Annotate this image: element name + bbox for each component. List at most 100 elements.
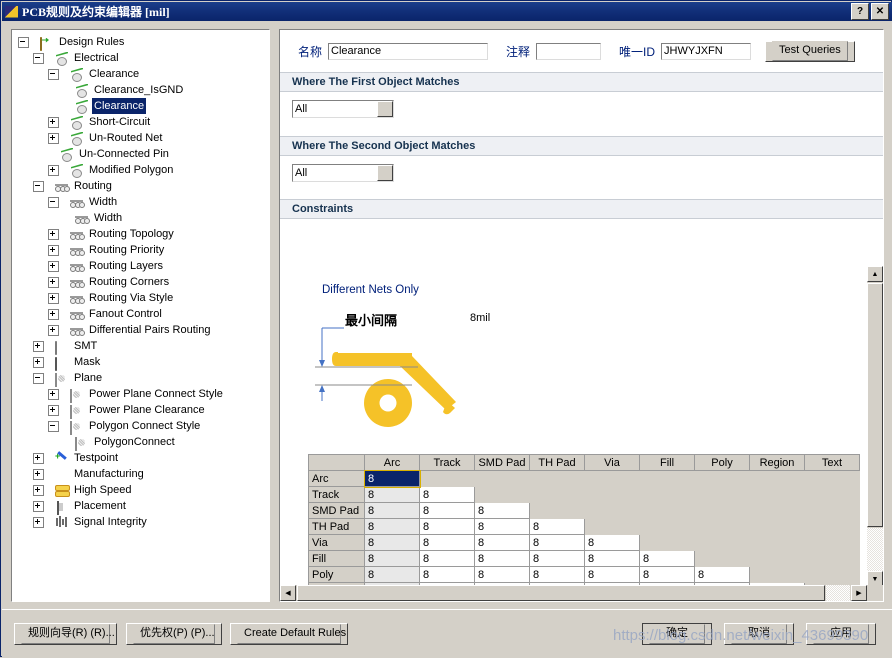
expand-icon[interactable] [33,452,44,464]
matrix-cell[interactable]: 8 [419,486,475,503]
collapse-icon[interactable] [48,68,59,80]
row-header[interactable]: TH Pad [308,518,365,535]
tree-item-un-connected-pin[interactable]: Un-Connected Pin [12,146,269,162]
vertical-scroll-track[interactable] [867,528,883,571]
matrix-cell[interactable]: 8 [474,566,530,583]
matrix-cell[interactable]: 8 [363,469,421,488]
tree-item-testpoint[interactable]: + Testpoint [12,450,269,466]
tree-item-width[interactable]: Width [12,210,269,226]
scroll-left-icon[interactable]: ◀ [280,585,296,601]
row-header[interactable]: Via [308,534,365,551]
collapse-icon[interactable] [18,36,29,48]
constraints-vertical-scrollbar[interactable]: ▲ ▼ [867,266,883,587]
matrix-cell[interactable]: 8 [474,550,530,567]
tree-item-routing-via-style[interactable]: Routing Via Style [12,290,269,306]
matrix-cell[interactable]: 8 [419,534,475,551]
tree-item-differential-pairs-routing[interactable]: Differential Pairs Routing [12,322,269,338]
scroll-up-icon[interactable]: ▲ [867,266,883,282]
expand-icon[interactable] [48,260,59,272]
collapse-icon[interactable] [48,420,59,432]
tree-item-routing-priority[interactable]: Routing Priority [12,242,269,258]
close-button[interactable]: ✕ [871,3,889,20]
matrix-cell[interactable]: 8 [639,550,695,567]
matrix-cell[interactable]: 8 [419,566,475,583]
expand-icon[interactable] [48,324,59,336]
tree-item-polygon-connect-style[interactable]: Polygon Connect Style [12,418,269,435]
matrix-cell[interactable]: 8 [419,518,475,535]
expand-icon[interactable] [48,132,59,144]
constraints-horizontal-scrollbar[interactable]: ◀ ▶ [280,585,883,601]
expand-icon[interactable] [33,484,44,496]
matrix-cell[interactable]: 8 [474,534,530,551]
column-header[interactable]: SMD Pad [474,454,530,471]
expand-icon[interactable] [48,116,59,128]
tree-item-smt[interactable]: SMT [12,338,269,355]
design-rules-tree[interactable]: Design Rules Electrical Clearance Clearance… [12,30,269,530]
matrix-cell[interactable]: 8 [364,534,420,551]
column-header[interactable]: Fill [639,454,695,471]
tree-item-clearance[interactable]: Clearance [12,98,269,114]
expand-icon[interactable] [48,308,59,320]
row-header[interactable]: Fill [308,550,365,567]
chevron-down-icon[interactable] [377,101,393,117]
expand-icon[interactable] [48,164,59,176]
row-header[interactable]: Arc [308,470,365,487]
tree-item-routing-layers[interactable]: Routing Layers [12,258,269,274]
matrix-cell[interactable]: 8 [529,566,585,583]
matrix-cell[interactable]: 8 [364,486,420,503]
column-header[interactable]: Text [804,454,860,471]
collapse-icon[interactable] [33,52,44,64]
matrix-cell[interactable]: 8 [364,502,420,519]
column-header[interactable]: Region [749,454,805,471]
tree-item-high-speed[interactable]: High Speed [12,482,269,498]
tree-item-width[interactable]: Width [12,194,269,210]
matrix-cell[interactable]: 8 [529,534,585,551]
row-header[interactable]: Track [308,486,365,503]
tree-item-short-circuit[interactable]: Short-Circuit [12,114,269,130]
ok-button[interactable]: 确定 [642,623,712,645]
chevron-down-icon[interactable] [377,165,393,181]
column-header[interactable]: Arc [364,454,420,471]
tree-item-polygonconnect[interactable]: PolygonConnect [12,434,269,451]
design-rules-tree-panel[interactable]: Design Rules Electrical Clearance Clearance… [11,29,270,602]
horizontal-scroll-thumb[interactable] [297,585,825,601]
matrix-cell[interactable]: 8 [529,550,585,567]
expand-icon[interactable] [33,468,44,480]
priorities-button[interactable]: 优先权(P) (P)... [126,623,222,645]
expand-icon[interactable] [48,388,59,400]
second-object-scope-combo[interactable]: All [292,164,394,182]
first-object-scope-combo[interactable]: All [292,100,394,118]
matrix-cell[interactable]: 8 [419,502,475,519]
vertical-scroll-thumb[interactable] [867,283,883,527]
test-queries-button[interactable]: Test Queries [765,40,855,62]
scroll-right-icon[interactable]: ▶ [851,585,867,601]
clearance-matrix-table[interactable]: Arc Track SMD Pad TH Pad Via Fill Poly Region Te… [308,454,860,599]
row-header[interactable]: Poly [308,566,365,583]
tree-item-manufacturing[interactable]: Manufacturing [12,466,269,482]
tree-item-un-routed-net[interactable]: Un-Routed Net [12,130,269,146]
tree-item-plane[interactable]: Plane [12,370,269,387]
expand-icon[interactable] [48,292,59,304]
column-header[interactable]: Poly [694,454,750,471]
tree-item-power-plane-connect-style[interactable]: Power Plane Connect Style [12,386,269,403]
matrix-cell[interactable]: 8 [474,518,530,535]
tree-item-modified-polygon[interactable]: Modified Polygon [12,162,269,178]
comment-input[interactable] [536,42,602,60]
expand-icon[interactable] [33,500,44,512]
help-button[interactable]: ? [851,3,869,20]
apply-button[interactable]: 应用 [806,623,876,645]
expand-icon[interactable] [48,244,59,256]
matrix-cell[interactable]: 8 [364,566,420,583]
unique-id-input[interactable] [661,42,752,60]
matrix-cell[interactable]: 8 [364,550,420,567]
horizontal-scroll-track[interactable] [826,585,850,601]
collapse-icon[interactable] [33,180,44,192]
tree-item-design-rules[interactable]: Design Rules [12,34,269,51]
expand-icon[interactable] [33,516,44,528]
expand-icon[interactable] [33,340,44,352]
tree-item-routing-corners[interactable]: Routing Corners [12,274,269,290]
tree-item-clearance[interactable]: Clearance [12,66,269,82]
matrix-cell[interactable]: 8 [364,518,420,535]
matrix-cell[interactable]: 8 [584,566,640,583]
matrix-cell[interactable]: 8 [419,550,475,567]
